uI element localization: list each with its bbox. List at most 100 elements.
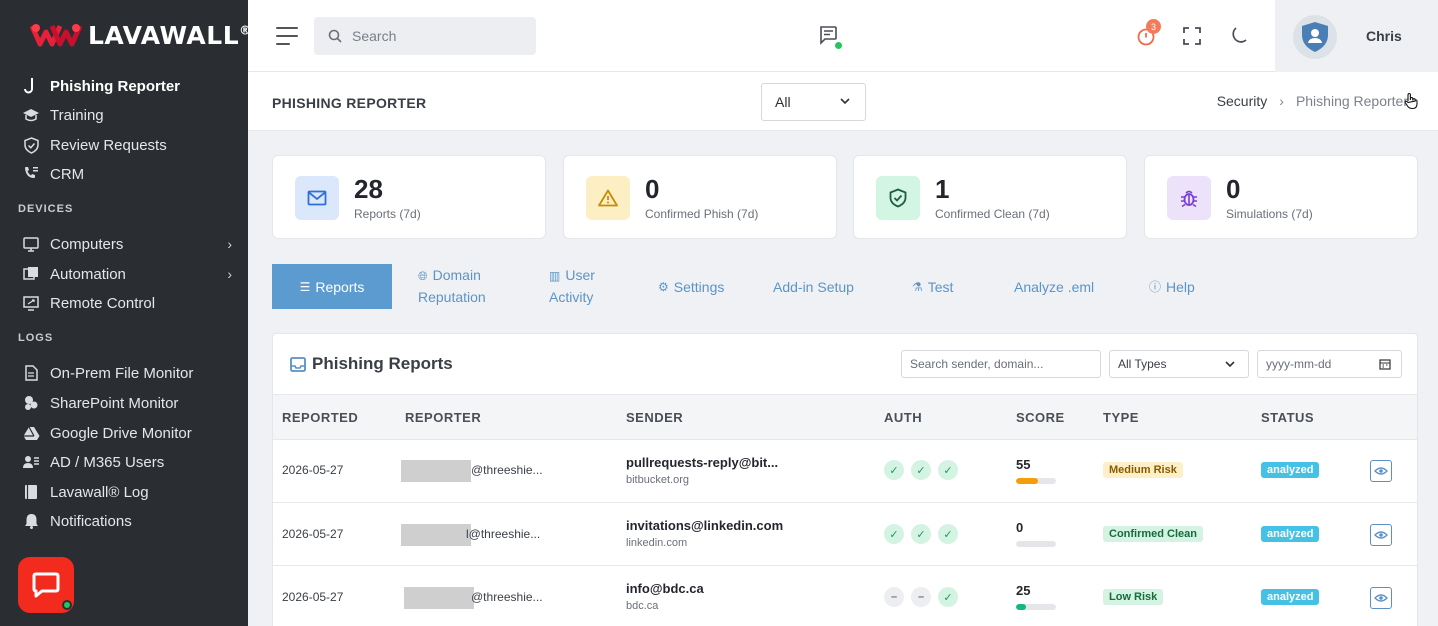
sidebar-item-label: SharePoint Monitor	[50, 394, 179, 412]
sidebar-item-on-prem-file-monitor[interactable]: On-Prem File Monitor	[22, 361, 232, 385]
sender-domain: bdc.ca	[626, 600, 659, 612]
dark-mode-icon[interactable]	[1228, 26, 1248, 46]
status-badge: analyzed	[1261, 462, 1320, 478]
tab-add-in-setup[interactable]: Add-in Setup	[773, 264, 854, 309]
sidebar-item-label: AD / M365 Users	[50, 453, 165, 471]
tab-reports[interactable]: ☰ Reports	[272, 264, 392, 309]
col-reported[interactable]: REPORTED	[282, 410, 358, 425]
dmarc-check-icon: ✓	[938, 587, 958, 607]
sidebar: LAVAWALL® Phishing Reporter Training Rev…	[0, 0, 251, 626]
top-bar: Search 3 Chris	[248, 0, 1438, 72]
search-icon	[328, 29, 342, 43]
tab-domain-reputation[interactable]: 🌐︎ Domain Reputation	[418, 264, 518, 309]
page-header: PHISHING REPORTER All Security › Phishin…	[248, 72, 1438, 131]
spf-none-icon: –	[884, 587, 904, 607]
stat-card-reports: 28 Reports (7d)	[272, 155, 546, 239]
global-search-input[interactable]: Search	[314, 17, 536, 55]
redacted-name	[401, 460, 471, 482]
view-report-button[interactable]	[1370, 460, 1392, 482]
score-bar	[1016, 478, 1056, 484]
spf-check-icon: ✓	[884, 524, 904, 544]
sidebar-item-training[interactable]: Training	[22, 103, 232, 127]
stat-card-confirmed-phish: 0 Confirmed Phish (7d)	[563, 155, 837, 239]
breadcrumb-security[interactable]: Security	[1217, 93, 1268, 109]
sidebar-item-computers[interactable]: Computers ›	[22, 232, 232, 256]
date-placeholder: yyyy-mm-dd	[1266, 357, 1332, 371]
sidebar-item-google-drive-monitor[interactable]: Google Drive Monitor	[22, 421, 232, 445]
hand-cursor-icon	[1404, 92, 1418, 110]
tab-label: User	[565, 267, 595, 283]
tab-analyze-eml[interactable]: Analyze .eml	[1014, 264, 1094, 309]
sidebar-item-phishing-reporter[interactable]: Phishing Reporter	[22, 74, 232, 98]
shield-check-icon	[876, 176, 920, 220]
sidebar-item-lavawall-log[interactable]: Lavawall® Log	[22, 480, 232, 504]
sidebar-item-ad-m365-users[interactable]: AD / M365 Users	[22, 450, 232, 474]
view-report-button[interactable]	[1370, 524, 1392, 546]
monitor-icon	[22, 235, 40, 253]
scope-filter-value: All	[775, 94, 791, 110]
sidebar-item-label: Computers	[50, 235, 124, 253]
table-row[interactable]: 2026-05-27 @threeshie... info@bdc.ca bdc…	[273, 566, 1417, 626]
sidebar-item-label: Lavawall® Log	[50, 483, 149, 501]
messages-icon[interactable]	[818, 25, 838, 45]
menu-toggle-icon[interactable]	[276, 27, 298, 51]
type-filter-select[interactable]: All Types	[1109, 350, 1249, 378]
sidebar-item-label: Phishing Reporter	[50, 77, 181, 95]
sidebar-item-label: On-Prem File Monitor	[50, 364, 194, 382]
sidebar-item-notifications[interactable]: Notifications	[22, 509, 232, 533]
brand-name-a: LAVA	[88, 20, 160, 50]
tab-test[interactable]: ⚗ Test	[912, 264, 953, 309]
sidebar-item-review-requests[interactable]: Review Requests	[22, 133, 232, 157]
auth-checks: – – ✓	[884, 587, 958, 607]
chat-bubble-icon	[32, 572, 60, 598]
fullscreen-icon[interactable]	[1182, 26, 1202, 46]
lavawall-logo[interactable]: LAVAWALL®	[30, 20, 252, 50]
stat-label: Confirmed Clean (7d)	[935, 207, 1050, 221]
score-value: 0	[1016, 520, 1024, 535]
sender-domain: bitbucket.org	[626, 474, 689, 486]
tab-settings[interactable]: ⚙ Settings	[658, 264, 724, 309]
sidebar-item-label: Automation	[50, 265, 126, 283]
sender-domain-search-input[interactable]: Search sender, domain...	[901, 350, 1101, 378]
sidebar-item-remote-control[interactable]: Remote Control	[22, 291, 232, 315]
chevron-right-icon: ›	[227, 236, 232, 252]
tab-user-activity[interactable]: ▥ User Activity	[549, 264, 629, 309]
sharepoint-icon	[22, 394, 40, 412]
stat-card-confirmed-clean: 1 Confirmed Clean (7d)	[853, 155, 1127, 239]
sidebar-item-sharepoint-monitor[interactable]: SharePoint Monitor	[22, 391, 232, 415]
date-filter-input[interactable]: yyyy-mm-dd	[1257, 350, 1402, 378]
view-report-button[interactable]	[1370, 587, 1392, 609]
users-icon	[22, 453, 40, 471]
warning-icon	[586, 176, 630, 220]
stat-value: 0	[645, 174, 660, 204]
sender-cell: info@bdc.ca bdc.ca	[626, 581, 704, 612]
eye-icon	[1374, 467, 1388, 475]
sidebar-item-automation[interactable]: Automation ›	[22, 262, 232, 286]
graduation-cap-icon	[22, 106, 40, 124]
tab-help[interactable]: ⓘ Help	[1149, 264, 1195, 309]
score-value: 25	[1016, 583, 1031, 598]
stat-value: 1	[935, 174, 950, 204]
col-status[interactable]: STATUS	[1261, 410, 1314, 425]
flask-icon: ⚗	[912, 279, 923, 294]
col-auth[interactable]: AUTH	[884, 410, 922, 425]
breadcrumb: Security › Phishing Reporter	[1217, 93, 1408, 109]
user-menu[interactable]: Chris	[1275, 0, 1438, 72]
search-placeholder: Search	[352, 28, 397, 44]
sidebar-item-crm[interactable]: CRM	[22, 162, 232, 186]
messages-online-dot	[835, 42, 842, 49]
sender-address: pullrequests-reply@bit...	[626, 455, 779, 470]
bell-icon	[22, 512, 40, 530]
search-placeholder: Search sender, domain...	[910, 357, 1044, 371]
scope-filter-select[interactable]: All	[761, 83, 866, 121]
type-filter-value: All Types	[1118, 357, 1167, 371]
table-row[interactable]: 2026-05-27 @threeshie... pullrequests-re…	[273, 440, 1417, 503]
dmarc-check-icon: ✓	[938, 524, 958, 544]
score-cell: 25	[1016, 583, 1056, 610]
col-score[interactable]: SCORE	[1016, 410, 1065, 425]
col-sender[interactable]: SENDER	[626, 410, 683, 425]
col-reporter[interactable]: REPORTER	[405, 410, 481, 425]
col-type[interactable]: TYPE	[1103, 410, 1139, 425]
table-row[interactable]: 2026-05-27 l@threeshie... invitations@li…	[273, 503, 1417, 566]
stat-value: 28	[354, 174, 383, 204]
